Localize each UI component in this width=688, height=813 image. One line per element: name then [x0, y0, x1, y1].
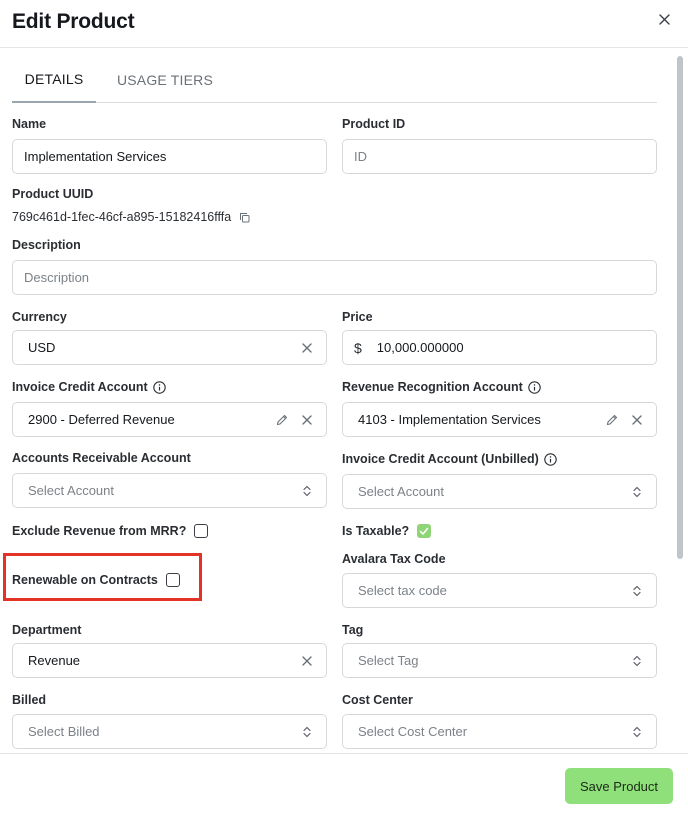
- chevron-up-down-icon: [633, 655, 641, 666]
- product-uuid-row: 769c461d-1fec-46cf-a895-15182416fffa: [12, 210, 250, 224]
- price-label: Price: [342, 310, 373, 324]
- chevron-up-down-icon: [303, 726, 311, 737]
- clear-icon[interactable]: [632, 414, 642, 425]
- page-title: Edit Product: [12, 10, 135, 33]
- pencil-icon[interactable]: [606, 414, 618, 426]
- copy-icon[interactable]: [239, 212, 250, 223]
- description-input[interactable]: Description: [12, 260, 657, 295]
- exclude-revenue-mrr-row: Exclude Revenue from MRR?: [12, 524, 209, 538]
- invoice-credit-unbilled-label: Invoice Credit Account (Unbilled): [342, 452, 557, 466]
- tab-bar: DETAILS USAGE TIERS: [12, 56, 657, 103]
- chevron-up-down-icon: [303, 485, 311, 496]
- info-icon[interactable]: [544, 452, 557, 466]
- clear-icon[interactable]: [302, 655, 312, 666]
- product-id-input[interactable]: ID: [342, 139, 657, 174]
- tag-label: Tag: [342, 623, 364, 637]
- invoice-credit-account-select[interactable]: 2900 - Deferred Revenue: [12, 402, 327, 437]
- scrollbar-thumb[interactable]: [677, 56, 683, 559]
- save-product-button[interactable]: Save Product: [565, 768, 673, 804]
- revenue-recognition-account-select[interactable]: 4103 - Implementation Services: [342, 402, 657, 437]
- tab-usage-tiers[interactable]: USAGE TIERS: [115, 56, 215, 103]
- invoice-credit-account-label: Invoice Credit Account: [12, 380, 166, 394]
- scrollbar[interactable]: [674, 56, 686, 753]
- edit-product-modal: Edit Product DETAILS USAGE TIERS Name Im…: [0, 0, 688, 813]
- clear-icon[interactable]: [302, 342, 312, 353]
- currency-select[interactable]: USD: [12, 330, 327, 365]
- clear-icon[interactable]: [302, 414, 312, 425]
- avalara-tax-code-select[interactable]: Select tax code: [342, 573, 657, 608]
- currency-label: Currency: [12, 310, 67, 324]
- billed-label: Billed: [12, 693, 47, 707]
- chevron-up-down-icon: [633, 585, 641, 596]
- department-label: Department: [12, 623, 82, 637]
- pencil-icon[interactable]: [276, 414, 288, 426]
- invoice-credit-unbilled-select[interactable]: Select Account: [342, 474, 657, 509]
- chevron-up-down-icon: [633, 726, 641, 737]
- product-uuid-label: Product UUID: [12, 187, 94, 201]
- renewable-on-contracts-row: Renewable on Contracts: [12, 573, 180, 587]
- avalara-tax-code-label: Avalara Tax Code: [342, 552, 446, 566]
- tag-select[interactable]: Select Tag: [342, 643, 657, 678]
- price-input[interactable]: $ 10,000.000000: [342, 330, 657, 365]
- exclude-revenue-mrr-checkbox[interactable]: [194, 524, 209, 538]
- billed-select[interactable]: Select Billed: [12, 714, 327, 749]
- department-select[interactable]: Revenue: [12, 643, 327, 678]
- info-icon[interactable]: [528, 380, 541, 394]
- cost-center-label: Cost Center: [342, 693, 413, 707]
- description-label: Description: [12, 238, 81, 252]
- accounts-receivable-account-label: Accounts Receivable Account: [12, 451, 191, 465]
- tab-details[interactable]: DETAILS: [12, 56, 96, 103]
- check-icon: [419, 527, 429, 535]
- is-taxable-row: Is Taxable?: [342, 524, 432, 538]
- product-uuid-value: 769c461d-1fec-46cf-a895-15182416fffa: [12, 210, 232, 224]
- is-taxable-checkbox[interactable]: [417, 524, 432, 538]
- close-icon: [658, 13, 670, 25]
- info-icon[interactable]: [152, 380, 166, 394]
- name-label: Name: [12, 117, 47, 131]
- modal-body: DETAILS USAGE TIERS Name Implementation …: [0, 48, 688, 753]
- revenue-recognition-account-label: Revenue Recognition Account: [342, 380, 541, 394]
- close-button[interactable]: [655, 10, 673, 28]
- chevron-up-down-icon: [633, 486, 641, 497]
- cost-center-select[interactable]: Select Cost Center: [342, 714, 657, 749]
- modal-footer: Save Product: [0, 753, 688, 813]
- currency-symbol: $: [354, 339, 362, 356]
- renewable-on-contracts-checkbox[interactable]: [165, 573, 180, 587]
- name-input[interactable]: Implementation Services: [12, 139, 327, 174]
- modal-header: Edit Product: [0, 0, 688, 48]
- accounts-receivable-account-select[interactable]: Select Account: [12, 473, 327, 508]
- product-id-label: Product ID: [342, 117, 406, 131]
